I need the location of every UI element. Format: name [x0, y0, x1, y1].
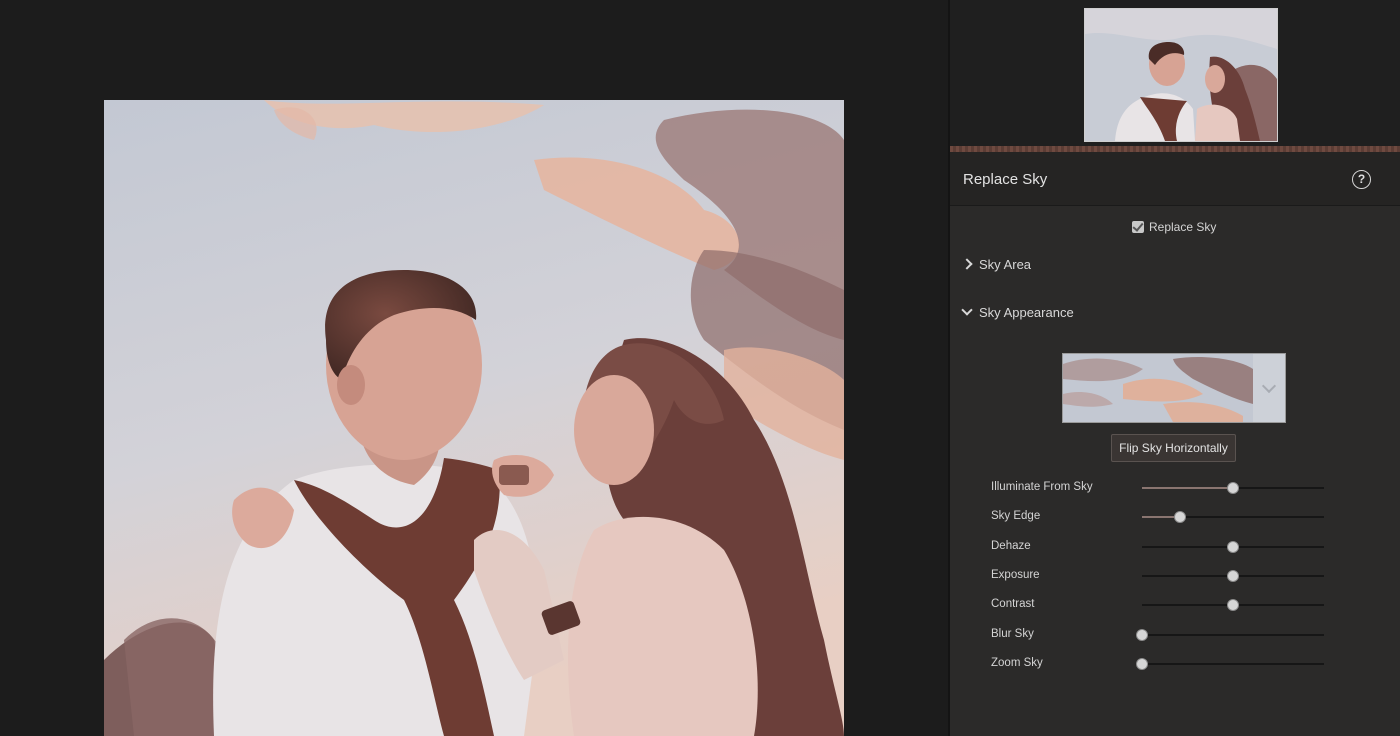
navigator-thumbnail[interactable]	[1084, 8, 1278, 142]
navigator-thumbnail-image	[1085, 9, 1277, 141]
slider-handle[interactable]	[1136, 628, 1148, 641]
section-sky-area[interactable]: Sky Area	[962, 255, 1031, 273]
panel-title: Replace Sky	[963, 171, 1048, 188]
slider-dehaze: Dehaze	[950, 539, 1400, 555]
section-sky-appearance-label: Sky Appearance	[979, 304, 1074, 320]
replace-sky-label: Replace Sky	[1149, 220, 1217, 234]
slider-handle[interactable]	[1136, 657, 1148, 670]
chevron-down-icon	[1261, 378, 1277, 393]
flip-sky-horizontally-button[interactable]: Flip Sky Horizontally	[1111, 434, 1236, 462]
canvas-area	[0, 0, 948, 736]
slider-zoom-sky: Zoom Sky	[950, 656, 1400, 672]
slider-exposure: Exposure	[950, 568, 1400, 584]
slider-handle[interactable]	[1227, 569, 1239, 582]
slider-label: Contrast	[991, 598, 1035, 611]
help-icon[interactable]: ?	[1352, 170, 1371, 189]
slider-handle[interactable]	[1227, 540, 1239, 553]
slider-label: Exposure	[991, 568, 1040, 581]
panel-header: Replace Sky ?	[950, 152, 1400, 206]
slider-track[interactable]	[1136, 657, 1324, 670]
slider-track[interactable]	[1142, 540, 1324, 553]
slider-track[interactable]	[1142, 511, 1324, 524]
photo-image	[104, 100, 844, 736]
slider-handle[interactable]	[1227, 482, 1239, 494]
replace-sky-toggle[interactable]: Replace Sky	[1132, 219, 1216, 235]
slider-label: Blur Sky	[991, 627, 1034, 640]
slider-track[interactable]	[1142, 482, 1324, 494]
sky-preset-dropdown[interactable]	[1253, 354, 1285, 422]
sky-preset-picker[interactable]	[1062, 353, 1286, 423]
slider-handle[interactable]	[1227, 599, 1239, 612]
slider-label: Zoom Sky	[991, 656, 1043, 669]
slider-label: Sky Edge	[991, 510, 1041, 523]
chevron-down-icon	[962, 307, 972, 317]
slider-track[interactable]	[1142, 599, 1324, 612]
section-sky-appearance[interactable]: Sky Appearance	[962, 303, 1074, 321]
slider-label: Illuminate From Sky	[991, 481, 1093, 493]
replace-sky-checkbox[interactable]	[1132, 221, 1144, 233]
slider-handle[interactable]	[1174, 511, 1187, 524]
slider-sky-edge: Sky Edge	[950, 509, 1400, 525]
slider-contrast: Contrast	[950, 597, 1400, 613]
slider-label: Dehaze	[991, 539, 1031, 552]
photo-preview[interactable]	[104, 100, 844, 736]
slider-track[interactable]	[1142, 569, 1324, 582]
slider-blur-sky: Blur Sky	[950, 627, 1400, 643]
section-sky-area-label: Sky Area	[979, 256, 1032, 272]
chevron-right-icon	[962, 259, 972, 269]
right-panel: Replace Sky ? Replace Sky Sky Area Sky A…	[948, 0, 1400, 736]
slider-track[interactable]	[1136, 628, 1324, 641]
navigator-panel	[950, 0, 1400, 146]
sky-preset-thumbnail	[1063, 354, 1253, 422]
slider-illuminate-from-sky: Illuminate From Sky	[950, 480, 1400, 496]
slider-fill	[1142, 487, 1233, 489]
